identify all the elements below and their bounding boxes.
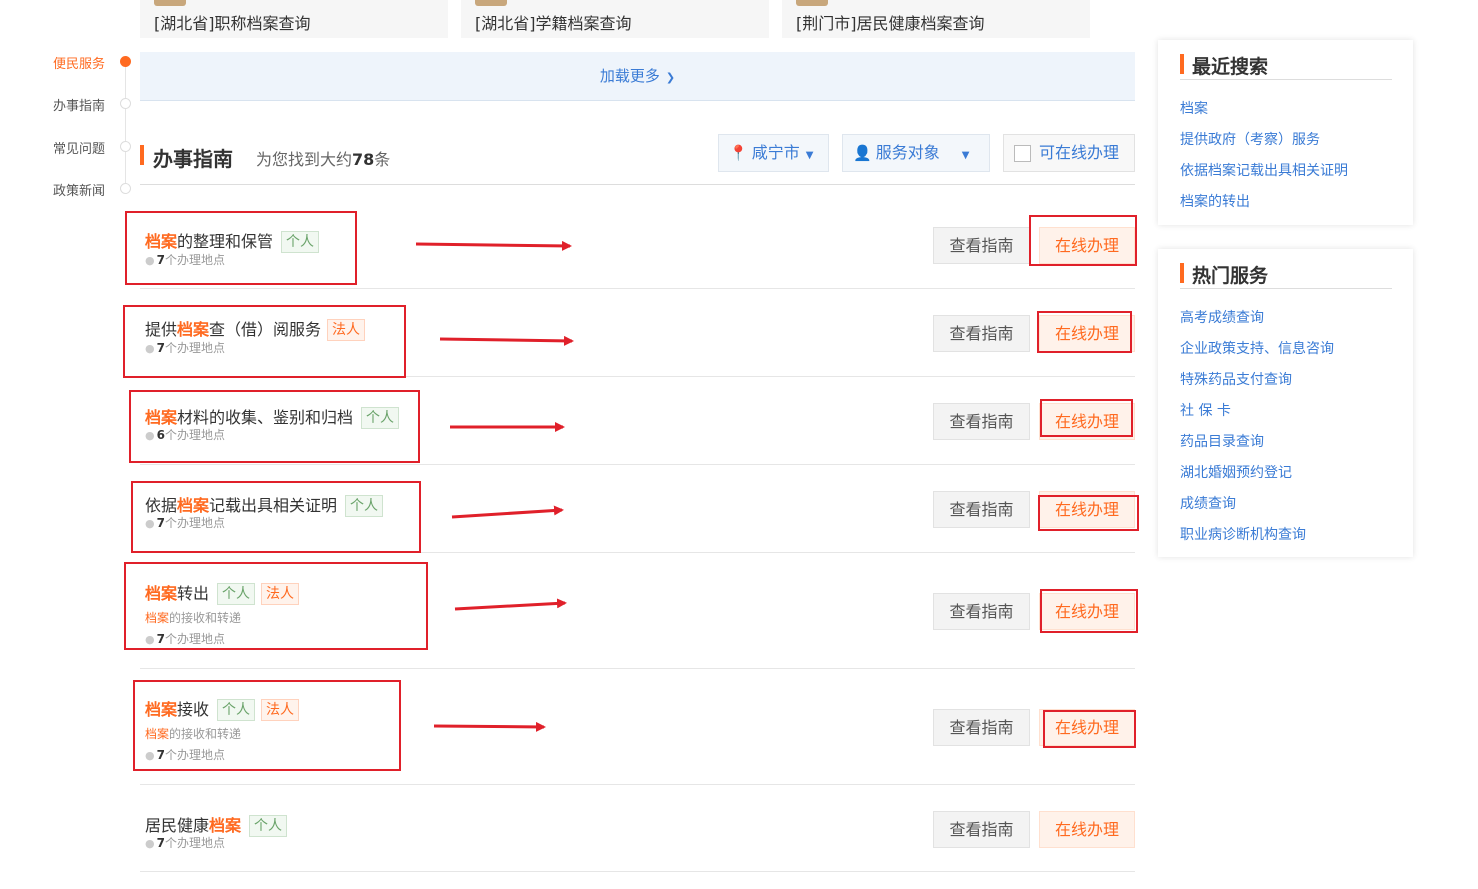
annotation-arrow	[433, 721, 546, 732]
annotation-arrow	[439, 335, 574, 346]
annotation-arrow	[454, 598, 567, 611]
annotation-arrow	[451, 505, 564, 519]
annotation-arrows	[415, 240, 574, 732]
annotation-arrow	[415, 240, 572, 251]
